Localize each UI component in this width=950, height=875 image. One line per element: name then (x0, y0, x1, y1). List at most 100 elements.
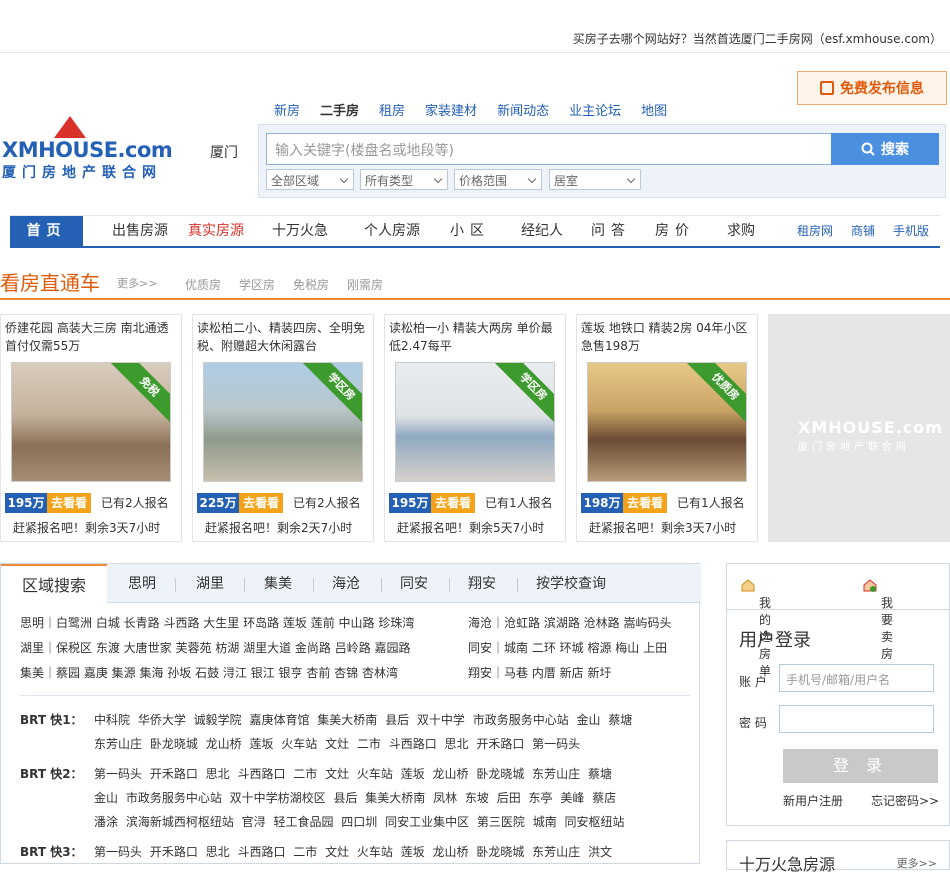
nav-rent-site[interactable]: 租房网 (792, 216, 838, 247)
nav-price[interactable]: 房价 (650, 216, 700, 247)
logo-en: XMHOUSE.com (2, 138, 173, 162)
tag-school[interactable]: 学区房 (239, 276, 275, 293)
urgent-more-link[interactable]: 更多>> (897, 855, 937, 871)
listing-price: 225万 (197, 493, 239, 513)
listing-photo[interactable]: 学区房 (395, 362, 555, 482)
tab-area-search[interactable]: 区域搜索 (1, 564, 107, 605)
district-tongan[interactable]: 同安｜城南 二环 环城 榕源 梅山 上田 (468, 639, 667, 656)
tab-separator (381, 578, 382, 592)
search-button[interactable]: 搜索 (831, 133, 939, 165)
listing-ribbon: 学区房 (302, 363, 362, 426)
register-link[interactable]: 新用户注册 (783, 792, 843, 809)
listing-price: 195万 (389, 493, 431, 513)
tab-huli[interactable]: 湖里 (181, 564, 239, 603)
listing-photo[interactable]: 优质房 (587, 362, 747, 482)
listing-go-button[interactable]: 去看看 (47, 493, 91, 513)
brt-label: BRT 快1： (20, 713, 83, 727)
district-jimei[interactable]: 集美｜蔡园 嘉庚 集源 集海 孙坂 石鼓 浔江 银江 银亨 杏前 杏锦 杏林湾 (20, 664, 398, 681)
district-huli[interactable]: 湖里｜保税区 东渡 大唐世家 芙蓉苑 枋湖 湖里大道 金尚路 吕岭路 嘉园路 (20, 639, 411, 656)
nav-urgent[interactable]: 十万火急 (260, 216, 340, 247)
brt-stops[interactable]: 第一码头 开禾路口 思北 斗西路口 二市 文灶 火车站 莲坂 龙山桥 卧龙晓城 … (94, 843, 612, 860)
nav-agent[interactable]: 经纪人 (510, 216, 574, 247)
brt-stops[interactable]: 第一码头 开禾路口 思北 斗西路口 二市 文灶 火车站 莲坂 龙山桥 卧龙晓城 … (94, 765, 612, 782)
top-nav-rent[interactable]: 租房 (379, 100, 405, 119)
tab-separator (175, 578, 176, 592)
featured-more-link[interactable]: 更多>> (117, 275, 157, 291)
tag-need[interactable]: 刚需房 (347, 276, 383, 293)
top-nav-map[interactable]: 地图 (641, 100, 667, 119)
house-sell-icon (863, 579, 877, 592)
listing-card[interactable]: 读松柏一小 精装大两房 单价最低2.47每平 学区房 195万 去看看 已有1人… (384, 314, 566, 542)
tab-siming[interactable]: 思明 (113, 564, 171, 603)
listing-photo[interactable]: 免税 (11, 362, 171, 482)
price-select[interactable]: 价格范围 (454, 169, 542, 190)
login-button[interactable]: 登 录 (783, 749, 938, 783)
featured-title: 看房直通车 (0, 271, 100, 295)
nav-shop[interactable]: 商铺 (844, 216, 882, 247)
top-nav-new[interactable]: 新房 (274, 100, 300, 119)
listing-title[interactable]: 读松柏二小、精装四房、全明免税、附赠超大休闲露台 (197, 319, 369, 355)
listing-ribbon: 优质房 (686, 363, 746, 426)
logo-cn: 厦门房地产联合网 (2, 165, 162, 181)
nav-mobile[interactable]: 手机版 (888, 216, 934, 247)
sell-house-link[interactable]: 我要卖房 (863, 579, 893, 661)
top-nav-decor[interactable]: 家装建材 (425, 100, 477, 119)
listing-countdown: 赶紧报名吧！剩余3天7小时 (13, 521, 161, 535)
nav-qa[interactable]: 问答 (586, 216, 636, 247)
site-logo[interactable]: XMHOUSE.com 厦门房地产联合网 (2, 112, 202, 182)
tab-tongan[interactable]: 同安 (385, 564, 443, 603)
nav-real[interactable]: 真实房源 (180, 216, 252, 247)
nav-sale[interactable]: 出售房源 (90, 216, 190, 247)
nav-community[interactable]: 小区 (440, 216, 500, 247)
nav-home[interactable]: 首页 (10, 216, 83, 247)
listing-go-button[interactable]: 去看看 (239, 493, 283, 513)
listing-title[interactable]: 读松柏一小 精装大两房 单价最低2.47每平 (389, 319, 561, 355)
listing-go-button[interactable]: 去看看 (431, 493, 475, 513)
listing-title[interactable]: 莲坂 地铁口 精装2房 04年小区急售198万 (581, 319, 753, 355)
my-list-link[interactable]: 我的选房单 (741, 579, 771, 678)
top-nav-news[interactable]: 新闻动态 (497, 100, 549, 119)
type-select[interactable]: 所有类型 (360, 169, 448, 190)
nav-wanted[interactable]: 求购 (714, 216, 768, 247)
forgot-password-link[interactable]: 忘记密码>> (871, 792, 939, 809)
district-xiangan[interactable]: 翔安｜马巷 内厝 新店 新圩 (468, 664, 611, 681)
top-nav-esf[interactable]: 二手房 (320, 100, 359, 119)
tab-xiangan[interactable]: 翔安 (453, 564, 511, 603)
ad-watermark: XMHOUSE.com (798, 418, 943, 437)
tab-separator (449, 578, 450, 592)
tab-school[interactable]: 按学校查询 (523, 564, 619, 603)
user-shortcuts: 我的选房单 我要卖房 (727, 564, 949, 678)
listing-signup-count: 已有1人报名 (485, 496, 553, 510)
publish-button[interactable]: 免费发布信息 (797, 71, 947, 105)
nav-personal[interactable]: 个人房源 (352, 216, 432, 247)
district-siming[interactable]: 思明｜白鹭洲 白城 长青路 斗西路 大生里 环岛路 莲坂 莲前 中山路 珍珠湾 (20, 614, 414, 631)
tag-quality[interactable]: 优质房 (185, 276, 221, 293)
listing-title[interactable]: 侨建花园 高装大三房 南北通透首付仅需55万 (5, 319, 177, 355)
password-input[interactable] (779, 705, 934, 733)
search-input[interactable]: 输入关键字(楼盘名或地段等) (266, 133, 832, 165)
tab-haicang[interactable]: 海沧 (317, 564, 375, 603)
brt-stops[interactable]: 东芳山庄 卧龙晓城 龙山桥 莲坂 火车站 文灶 二市 斗西路口 思北 开禾路口 … (94, 735, 580, 752)
tag-taxfree[interactable]: 免税房 (293, 276, 329, 293)
brt-label: BRT 快3： (20, 845, 83, 859)
listing-go-button[interactable]: 去看看 (623, 493, 667, 513)
brt-stops[interactable]: 中科院 华侨大学 诚毅学院 嘉庚体育馆 集美大桥南 县后 双十中学 市政务服务中… (94, 711, 632, 728)
listing-photo[interactable]: 学区房 (203, 362, 363, 482)
top-nav-forum[interactable]: 业主论坛 (569, 100, 621, 119)
region-select[interactable]: 全部区域 (266, 169, 354, 190)
listing-card[interactable]: 读松柏二小、精装四房、全明免税、附赠超大休闲露台 学区房 225万 去看看 已有… (192, 314, 374, 542)
listing-signup-count: 已有2人报名 (101, 496, 169, 510)
featured-tags: 优质房 学区房 免税房 刚需房 (185, 276, 383, 293)
ad-placeholder[interactable]: XMHOUSE.com 厦门房地产联合网 (768, 314, 950, 542)
area-divider (20, 695, 690, 696)
brt-stops[interactable]: 潘涂 滨海新城西柯枢纽站 官浔 轻工食品园 四口圳 同安工业集中区 第三医院 城… (94, 813, 625, 830)
tab-separator (517, 578, 518, 592)
listing-card[interactable]: 莲坂 地铁口 精装2房 04年小区急售198万 优质房 198万 去看看 已有1… (576, 314, 758, 542)
brt-stops[interactable]: 金山 市政务服务中心站 双十中学枋湖校区 县后 集美大桥南 凤林 东坡 后田 东… (94, 789, 616, 806)
district-haicang[interactable]: 海沧｜沧虹路 滨湖路 沧林路 嵩屿码头 (468, 614, 671, 631)
listing-countdown: 赶紧报名吧！剩余3天7小时 (589, 521, 737, 535)
account-input[interactable]: 手机号/邮箱/用户名 (779, 664, 934, 692)
listing-card[interactable]: 侨建花园 高装大三房 南北通透首付仅需55万 免税 195万 去看看 已有2人报… (0, 314, 182, 542)
room-select[interactable]: 居室 (549, 169, 641, 190)
tab-jimei[interactable]: 集美 (249, 564, 307, 603)
